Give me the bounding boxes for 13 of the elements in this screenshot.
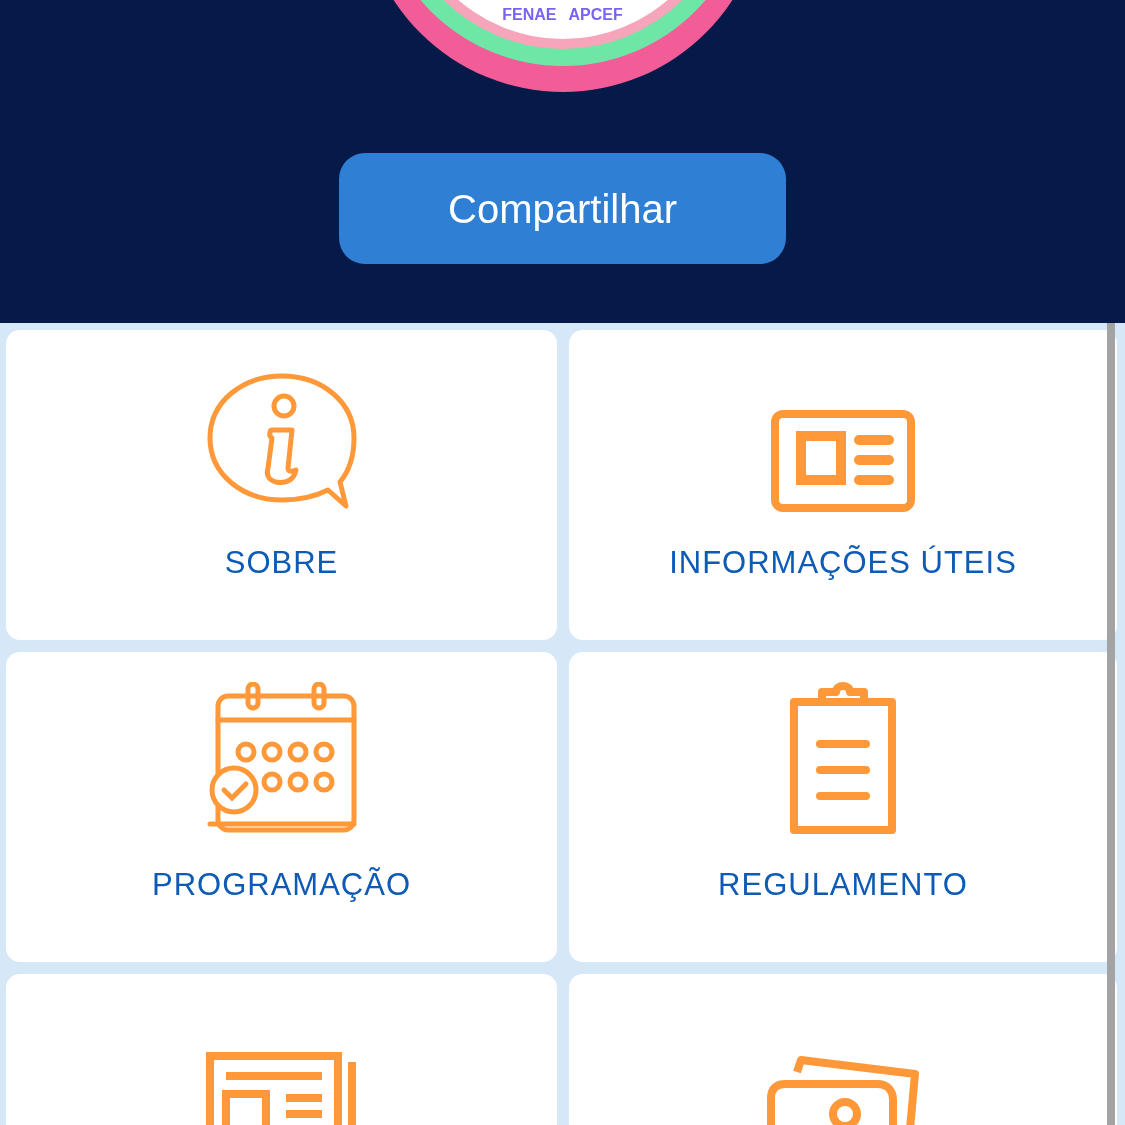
menu-tile[interactable]: PROGRAMAÇÃO: [6, 652, 557, 962]
share-button[interactable]: Compartilhar: [339, 153, 786, 264]
logo-text: APCEF: [568, 7, 623, 23]
info-bubble-icon: [205, 372, 358, 512]
scrollbar[interactable]: [1107, 323, 1115, 1125]
logo-text: FENAE: [502, 7, 557, 23]
menu-tile[interactable]: SOBRE: [6, 330, 557, 640]
id-card-icon: [771, 410, 915, 512]
calendar-icon: [205, 682, 358, 834]
menu-tile[interactable]: REGULAMENTO: [569, 652, 1117, 962]
menu-tile[interactable]: INFORMAÇÕES ÚTEIS: [569, 330, 1117, 640]
newspaper-icon: [205, 1052, 358, 1125]
clipboard-icon: [788, 682, 898, 834]
